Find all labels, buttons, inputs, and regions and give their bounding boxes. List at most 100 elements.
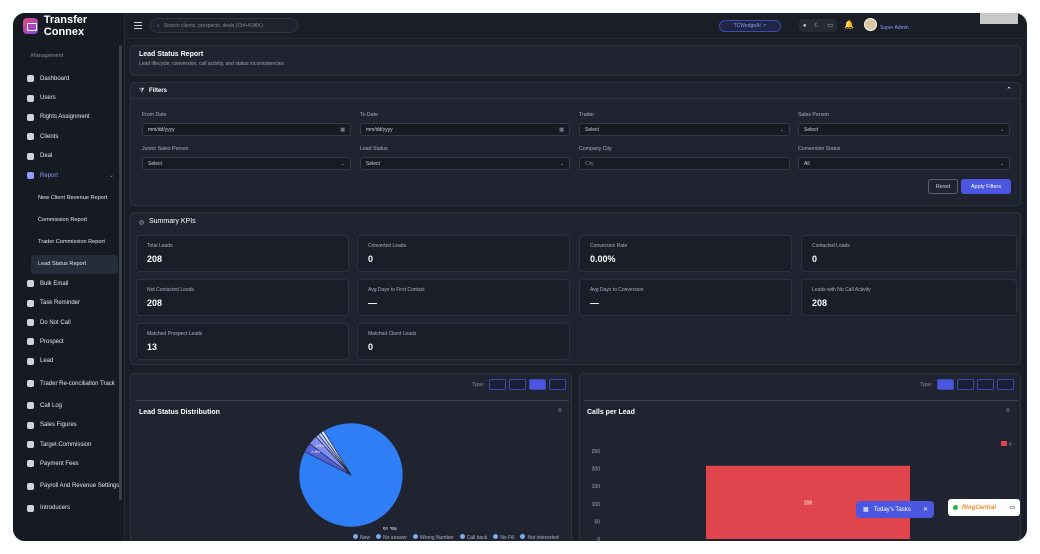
chevron-down-icon: ⌄ xyxy=(999,126,1004,133)
conversion-status-select[interactable]: All ⌄ xyxy=(798,157,1010,170)
sidebar-item-report[interactable]: Report ⌄ xyxy=(13,166,124,185)
chevron-down-icon: ⌄ xyxy=(108,173,114,180)
monitor-icon[interactable]: ▭ xyxy=(827,22,833,29)
tcwedgeai-badge[interactable]: TCWedgeAI ↗ xyxy=(719,20,781,32)
junior-sales-person-label: Junior Sales Person xyxy=(142,146,189,152)
sidebar-subitem-commission-report[interactable]: Commission Report xyxy=(13,210,124,229)
table-chart-type-button[interactable] xyxy=(997,379,1015,390)
kpi-avg-days-conversion: Avg Days to Conversion — xyxy=(579,279,792,316)
chevron-up-icon[interactable]: ⌃ xyxy=(1006,86,1012,94)
company-city-input[interactable]: City xyxy=(579,157,790,170)
search-input[interactable]: ⌕ Search clients, prospects, deals (Ctrl+… xyxy=(150,18,298,33)
pie-chart-type-button[interactable] xyxy=(529,379,547,390)
apply-filters-button[interactable]: Apply Filters xyxy=(961,179,1011,194)
table-chart-type-button[interactable] xyxy=(549,379,567,390)
sidebar-scrollbar[interactable] xyxy=(119,45,122,500)
calls-per-lead-chart-title: Calls per Lead xyxy=(587,409,635,416)
legend-swatch[interactable] xyxy=(1001,441,1007,446)
sun-icon[interactable]: ● xyxy=(803,23,807,29)
lead-status-chart-card: Type: Lead Status Distribution ≡ 91.3%2.… xyxy=(130,373,572,541)
chart-menu-icon[interactable]: ≡ xyxy=(1006,408,1010,414)
bar-chart-type-button[interactable] xyxy=(937,379,955,390)
user-key-icon xyxy=(27,113,34,121)
pie-legend: New No answer Wrong Number Call back No … xyxy=(353,534,559,541)
sidebar-subitem-new-client-revenue[interactable]: New Client Revenue Report xyxy=(13,185,124,210)
legend-call-back[interactable]: Call back xyxy=(460,534,488,541)
line-chart-type-button[interactable] xyxy=(509,379,527,390)
sidebar-item-users[interactable]: Users xyxy=(13,88,124,107)
bar-chart: 05010015020025020800 xyxy=(592,441,1012,541)
sidebar-item-trader-reconciliation[interactable]: Trader Re-conciliation Track xyxy=(13,371,124,396)
kpi-contacted-leads: Contacted Leads 0 xyxy=(801,235,1017,272)
chart-type-switcher: Type: xyxy=(472,379,567,390)
menu-icon[interactable] xyxy=(134,22,142,29)
sidebar-item-prospect[interactable]: Prospect xyxy=(13,332,124,351)
chevron-down-icon: ⌄ xyxy=(559,160,564,167)
sidebar-item-target-commission[interactable]: Target Commission xyxy=(13,435,124,454)
y-tick-label: 100 xyxy=(592,502,601,508)
sidebar-item-introducers[interactable]: Introducers xyxy=(13,499,124,518)
trader-label: Trader xyxy=(579,112,595,118)
todays-tasks-widget[interactable]: ▦ Today's Tasks ✕ xyxy=(856,501,934,518)
bar-chart-type-button[interactable] xyxy=(489,379,507,390)
calendar-icon[interactable]: ▦ xyxy=(559,127,564,133)
sidebar-item-sales-figures[interactable]: Sales Figures xyxy=(13,415,124,434)
to-date-input[interactable]: mm/dd/yyyy ▦ xyxy=(360,123,570,136)
sales-person-select[interactable]: Select ⌄ xyxy=(798,123,1010,136)
sales-person-label: Sales Person xyxy=(798,112,829,118)
sidebar-nav: Dashboard Users Rights Assignment Client… xyxy=(13,69,124,185)
filters-header[interactable]: ⧩ Filters ⌃ xyxy=(131,83,1020,99)
from-date-label: From Date xyxy=(142,112,167,118)
minimize-icon[interactable]: ▭ xyxy=(1009,504,1015,511)
theme-switcher[interactable]: ● ☾ ▭ xyxy=(799,19,837,32)
sidebar-item-dashboard[interactable]: Dashboard xyxy=(13,69,124,88)
legend-new[interactable]: New xyxy=(353,534,370,541)
legend-not-interested[interactable]: Not interested xyxy=(520,534,558,541)
y-tick-label: 200 xyxy=(592,467,601,473)
brand[interactable]: Transfer Connex xyxy=(13,13,124,39)
moon-icon[interactable]: ☾ xyxy=(814,22,819,29)
sidebar-item-call-log[interactable]: Call Log xyxy=(13,396,124,415)
sidebar-item-bulk-email[interactable]: Bulk Email xyxy=(13,274,124,293)
sidebar-item-lead[interactable]: Lead xyxy=(13,352,124,371)
calendar-icon[interactable]: ▦ xyxy=(340,127,345,133)
avatar[interactable] xyxy=(864,18,877,31)
mail-icon xyxy=(27,280,34,288)
bell-icon[interactable]: 🔔 xyxy=(844,20,854,29)
gauge-icon: ◎ xyxy=(139,220,145,226)
clock-icon xyxy=(27,299,34,307)
report-icon xyxy=(27,172,34,180)
pie-chart-type-button[interactable] xyxy=(977,379,995,390)
legend-no-fill[interactable]: No Fill xyxy=(493,534,514,541)
kpi-avg-days-first-contact: Avg Days to First Contact — xyxy=(357,279,570,316)
junior-sales-person-select[interactable]: Select ⌄ xyxy=(142,157,351,170)
page-title: Lead Status Report xyxy=(139,51,204,58)
from-date-input[interactable]: mm/dd/yyyy ▦ xyxy=(142,123,351,136)
sidebar-item-payment-fees[interactable]: Payment Fees xyxy=(13,454,124,473)
close-icon[interactable]: ✕ xyxy=(923,506,928,513)
lead-status-select[interactable]: Select ⌄ xyxy=(360,157,570,170)
trader-select[interactable]: Select ⌄ xyxy=(579,123,790,136)
legend-wrong-number[interactable]: Wrong Number xyxy=(413,534,454,541)
chart-menu-icon[interactable]: ≡ xyxy=(558,408,562,414)
sidebar-item-task-reminder[interactable]: Task Reminder xyxy=(13,294,124,313)
sidebar-item-deal[interactable]: Deal xyxy=(13,147,124,166)
legend-no-answer[interactable]: No answer xyxy=(376,534,407,541)
kpi-no-call-activity: Leads with No Call Activity 208 xyxy=(801,279,1017,316)
sidebar-item-clients[interactable]: Clients xyxy=(13,127,124,146)
sidebar-subitem-lead-status-report[interactable]: Lead Status Report xyxy=(31,254,118,275)
sidebar-item-payroll-settings[interactable]: Payroll And Revenue Settings xyxy=(13,474,124,499)
pie-value-label: 91.3% xyxy=(383,527,398,530)
line-chart-type-button[interactable] xyxy=(957,379,975,390)
sidebar-subitem-trader-commission[interactable]: Trader Commission Report xyxy=(13,230,124,255)
ringcentral-widget[interactable]: RingCentral ▭ xyxy=(948,499,1020,516)
reset-button[interactable]: Reset xyxy=(928,179,958,194)
introducers-icon xyxy=(27,504,34,512)
kpi-conversion-rate: Conversion Rate 0.00% xyxy=(579,235,792,272)
report-submenu: New Client Revenue Report Commission Rep… xyxy=(13,185,124,275)
sidebar-item-do-not-call[interactable]: Do Not Call xyxy=(13,313,124,332)
sidebar-section-label: Management xyxy=(31,53,64,59)
kpi-matched-client-leads: Matched Client Leads 0 xyxy=(357,323,570,360)
sidebar-nav-2: Bulk Email Task Reminder Do Not Call Pro… xyxy=(13,274,124,518)
sidebar-item-rights-assignment[interactable]: Rights Assignment xyxy=(13,108,124,127)
